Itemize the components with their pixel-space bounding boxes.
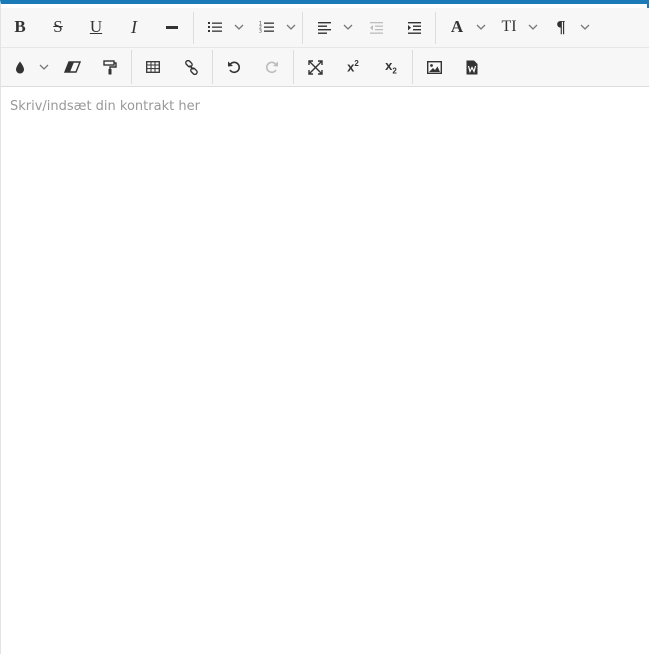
rich-text-editor: B S U I 1 2 3 A TI ¶ x2 x2 Skriv/indsæt … xyxy=(0,0,649,658)
underline-label: U xyxy=(89,17,103,36)
editor-placeholder: Skriv/indsæt din kontrakt her xyxy=(10,99,200,114)
subscript-mark: 2 xyxy=(392,66,397,76)
font-size-label: TI xyxy=(501,18,517,35)
format-painter-button[interactable] xyxy=(91,48,129,86)
italic-button[interactable]: I xyxy=(115,8,153,46)
italic-label: I xyxy=(131,16,137,37)
indent-button[interactable] xyxy=(395,8,433,46)
align-left-icon xyxy=(317,21,331,34)
chevron-down-icon xyxy=(476,24,486,30)
align-button[interactable] xyxy=(305,8,343,46)
eraser-icon xyxy=(63,61,81,73)
indent-icon xyxy=(407,21,421,34)
bulleted-list-dropdown[interactable] xyxy=(232,8,246,46)
chevron-down-icon xyxy=(580,24,590,30)
bulleted-list-icon xyxy=(208,22,222,32)
font-color-button[interactable]: A xyxy=(438,8,476,46)
toolbar-separator xyxy=(193,12,194,44)
chevron-down-icon xyxy=(234,24,244,30)
fullscreen-button[interactable] xyxy=(296,48,334,86)
undo-button[interactable] xyxy=(215,48,253,86)
numbered-list-icon: 1 2 3 xyxy=(259,21,274,35)
outdent-button[interactable] xyxy=(357,8,395,46)
editor-content-area[interactable]: Skriv/indsæt din kontrakt her xyxy=(1,87,649,658)
font-size-button[interactable]: TI xyxy=(490,8,528,46)
redo-icon xyxy=(265,61,278,74)
droplet-icon xyxy=(16,61,24,73)
chevron-down-icon xyxy=(39,64,49,70)
toolbar-separator xyxy=(302,12,303,44)
numbered-list-button[interactable]: 1 2 3 xyxy=(248,8,286,46)
superscript-label: x2 xyxy=(347,59,359,74)
subscript-button[interactable]: x2 xyxy=(372,48,410,86)
toolbar-separator xyxy=(293,50,294,84)
table-button[interactable] xyxy=(134,48,172,86)
toolbar-separator xyxy=(131,50,132,84)
superscript-button[interactable]: x2 xyxy=(334,48,372,86)
toolbar-row-2: x2 x2 xyxy=(1,47,649,86)
font-color-dropdown[interactable] xyxy=(474,8,488,46)
clear-format-button[interactable] xyxy=(53,48,91,86)
paragraph-dropdown[interactable] xyxy=(578,8,592,46)
strikethrough-label: S xyxy=(53,17,63,36)
import-word-button[interactable] xyxy=(453,48,491,86)
insert-image-button[interactable] xyxy=(415,48,453,86)
bold-button[interactable]: B xyxy=(1,8,39,46)
bold-label: B xyxy=(14,17,26,36)
underline-button[interactable]: U xyxy=(77,8,115,46)
toolbar-separator xyxy=(412,50,413,84)
horizontal-rule-button[interactable] xyxy=(153,8,191,46)
chevron-down-icon xyxy=(286,24,296,30)
table-icon xyxy=(146,61,160,73)
toolbar-separator xyxy=(435,12,436,44)
font-color-label: A xyxy=(450,17,464,36)
background-color-dropdown[interactable] xyxy=(37,48,51,86)
subscript-label: x2 xyxy=(385,58,397,76)
paint-roller-icon xyxy=(103,59,117,74)
link-button[interactable] xyxy=(172,48,210,86)
word-document-icon xyxy=(466,60,478,74)
link-icon xyxy=(184,59,198,75)
chevron-down-icon xyxy=(528,24,538,30)
bulleted-list-button[interactable] xyxy=(196,8,234,46)
svg-text:3: 3 xyxy=(259,29,262,35)
image-icon xyxy=(426,60,442,74)
undo-icon xyxy=(228,61,241,74)
superscript-mark: 2 xyxy=(354,59,359,69)
paragraph-button[interactable]: ¶ xyxy=(542,8,580,46)
paragraph-label: ¶ xyxy=(556,17,566,36)
align-dropdown[interactable] xyxy=(341,8,355,46)
numbered-list-dropdown[interactable] xyxy=(284,8,298,46)
chevron-down-icon xyxy=(343,24,353,30)
horizontal-rule-icon xyxy=(166,26,178,29)
background-color-button[interactable] xyxy=(1,48,39,86)
outdent-icon xyxy=(369,21,383,34)
strikethrough-button[interactable]: S xyxy=(39,8,77,46)
redo-button[interactable] xyxy=(253,48,291,86)
font-size-dropdown[interactable] xyxy=(526,8,540,46)
editor-toolbar: B S U I 1 2 3 A TI ¶ x2 x2 xyxy=(1,8,649,87)
fullscreen-icon xyxy=(307,59,323,75)
toolbar-separator xyxy=(212,50,213,84)
toolbar-row-1: B S U I 1 2 3 A TI ¶ xyxy=(1,8,649,46)
